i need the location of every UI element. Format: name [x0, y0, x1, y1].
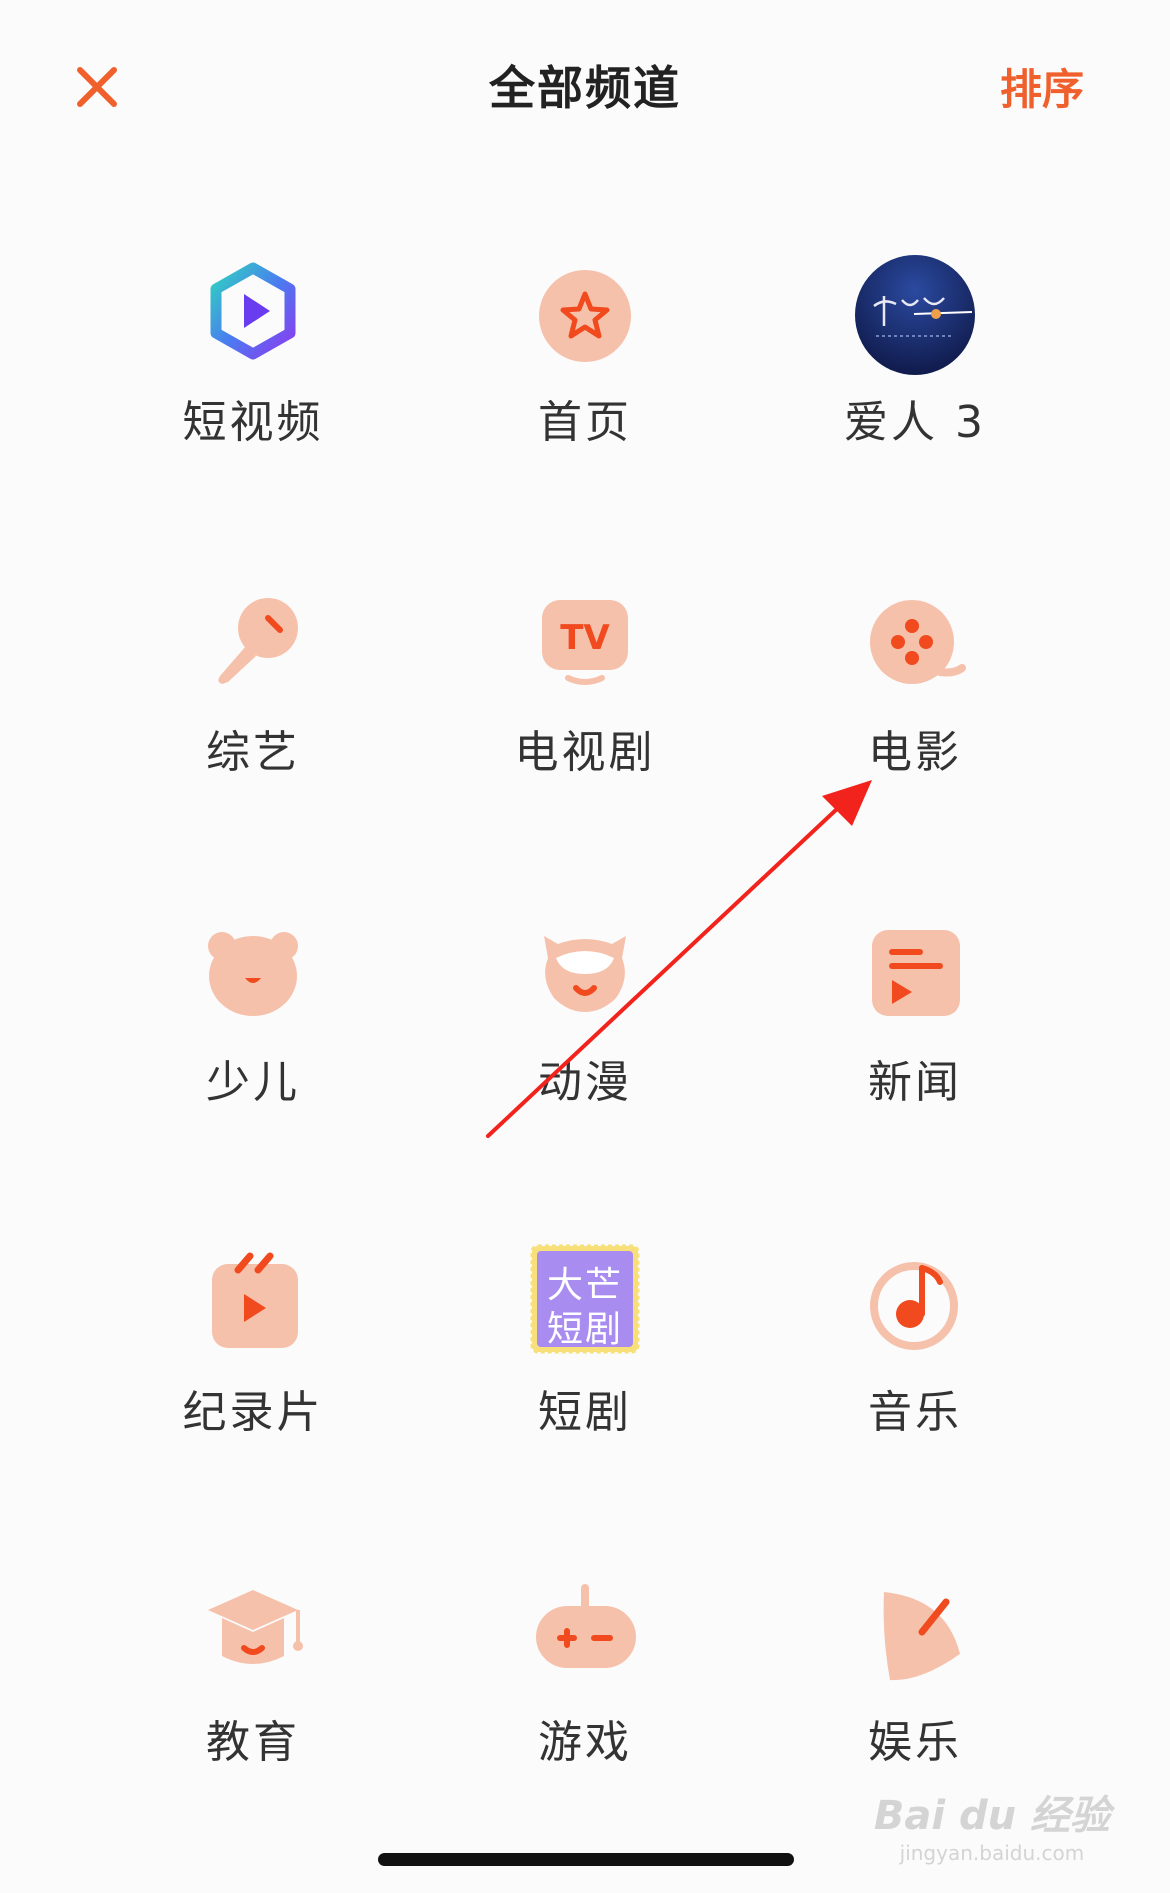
channel-item-kids[interactable]: 少儿: [88, 916, 418, 1176]
channel-item-documentary[interactable]: 纪录片: [88, 1246, 418, 1506]
channel-label: 首页: [538, 397, 632, 448]
channel-label: 音乐: [868, 1387, 962, 1438]
news-icon: [860, 916, 970, 1026]
channel-label: 少儿: [206, 1057, 300, 1108]
channel-label: 纪录片: [182, 1387, 324, 1438]
channel-label: 电视剧: [514, 727, 656, 778]
channel-item-short-drama[interactable]: 大芒 短剧 短剧: [420, 1244, 750, 1506]
channel-item-tv-series[interactable]: TV 电视剧: [420, 586, 750, 846]
channel-item-news[interactable]: 新闻: [750, 916, 1080, 1176]
short-video-icon: [198, 256, 308, 366]
channel-item-airen-3[interactable]: 爱人 3: [750, 254, 1080, 516]
channel-item-movie[interactable]: 电影: [750, 586, 1080, 846]
gamepad-icon: [530, 1576, 640, 1686]
channel-label: 短视频: [182, 397, 324, 448]
channel-picker-screen: 全部频道 排序 短视频 首页 爱人 3 综艺 TV 电视剧 电影 少儿 动漫 新…: [0, 0, 1170, 1893]
channel-item-short-video[interactable]: 短视频: [88, 256, 418, 516]
channel-item-home[interactable]: 首页: [420, 256, 750, 516]
airen-3-poster-icon: [854, 254, 976, 376]
channel-label: 新闻: [868, 1057, 962, 1108]
home-indicator[interactable]: [378, 1853, 794, 1866]
svg-text:TV: TV: [560, 618, 610, 658]
channel-grid: 短视频 首页 爱人 3 综艺 TV 电视剧 电影 少儿 动漫 新闻 纪录片 大芒…: [0, 0, 1170, 1893]
tv-icon: TV: [530, 586, 640, 696]
channel-label: 电影: [868, 727, 962, 778]
channel-label: 教育: [206, 1717, 300, 1768]
channel-label: 短剧: [538, 1387, 632, 1438]
channel-label: 娱乐: [868, 1717, 962, 1768]
bear-icon: [198, 916, 308, 1026]
channel-item-games[interactable]: 游戏: [420, 1576, 750, 1836]
watermark-sub: jingyan.baidu.com: [899, 1841, 1085, 1865]
channel-label: 动漫: [538, 1057, 632, 1108]
documentary-icon: [198, 1246, 308, 1356]
channel-label: 综艺: [206, 727, 300, 778]
channel-item-education[interactable]: 教育: [88, 1576, 418, 1836]
short-drama-icon: 大芒 短剧: [528, 1242, 642, 1356]
film-reel-icon: [860, 586, 970, 696]
channel-label: 爱人 3: [844, 397, 986, 448]
microphone-icon: [198, 586, 308, 696]
channel-item-variety[interactable]: 综艺: [88, 586, 418, 846]
short-drama-icon-line2: 短剧: [546, 1309, 623, 1350]
channel-item-anime[interactable]: 动漫: [420, 916, 750, 1176]
graduation-cap-icon: [198, 1576, 308, 1686]
star-icon: [530, 256, 640, 366]
anime-character-icon: [530, 916, 640, 1026]
channel-item-music[interactable]: 音乐: [750, 1246, 1080, 1506]
entertainment-leaf-icon: [860, 1576, 970, 1686]
channel-label: 游戏: [538, 1717, 632, 1768]
watermark-main: Bai du 经验: [873, 1793, 1110, 1839]
watermark: Bai du 经验 jingyan.baidu.com: [874, 1783, 1110, 1865]
music-note-icon: [860, 1246, 970, 1356]
